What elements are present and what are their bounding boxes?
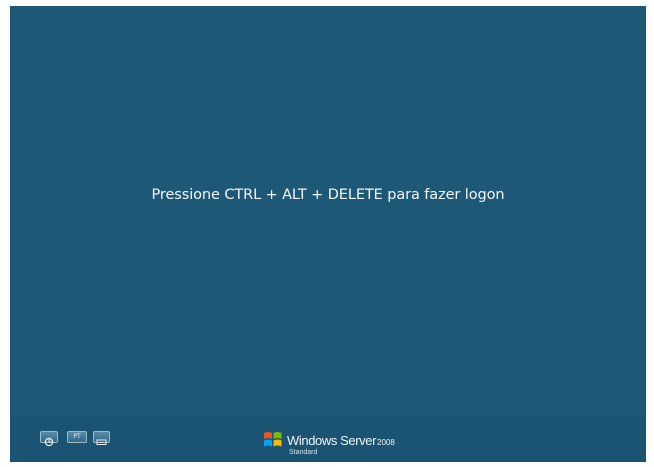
- logon-screen: Pressione CTRL + ALT + DELETE para fazer…: [10, 6, 646, 462]
- brand-edition: Standard: [289, 449, 318, 456]
- brand-name-text: Windows Server: [287, 433, 377, 448]
- ease-of-access-icon: [44, 437, 54, 447]
- brand-name: Windows Server2008: [287, 433, 395, 448]
- ctrl-alt-delete-prompt: Pressione CTRL + ALT + DELETE para fazer…: [151, 187, 505, 203]
- bottom-bar: PT Windows Server2008 Standard: [10, 416, 646, 462]
- windows-server-brand: Windows Server2008 Standard: [263, 430, 423, 460]
- on-screen-keyboard-button[interactable]: [93, 431, 110, 445]
- ease-of-access-button[interactable]: [40, 431, 58, 447]
- language-button[interactable]: PT: [67, 431, 87, 443]
- brand-version: 2008: [377, 438, 395, 447]
- keyboard-icon: [96, 439, 107, 445]
- language-label: PT: [73, 433, 81, 440]
- windows-flag-icon: [264, 432, 282, 447]
